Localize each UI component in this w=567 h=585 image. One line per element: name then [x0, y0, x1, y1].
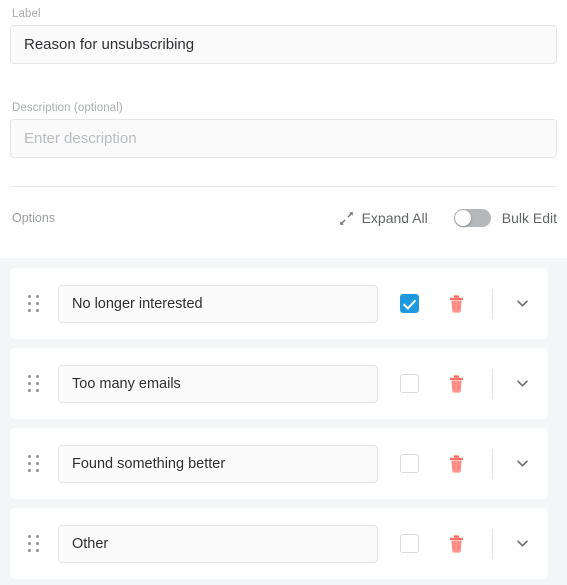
form-section: Label Description (optional) — [0, 8, 567, 158]
options-header-controls: Expand All Bulk Edit — [339, 209, 557, 227]
delete-icon[interactable] — [449, 534, 464, 553]
option-text-input[interactable] — [58, 284, 378, 323]
option-editor-panel: Label Description (optional) Options Exp… — [0, 8, 567, 585]
table-row — [10, 508, 548, 579]
description-input[interactable] — [10, 119, 557, 158]
chevron-down-icon[interactable] — [515, 296, 530, 311]
options-header: Options Expand All Bulk Edit — [0, 195, 567, 241]
drag-handle-icon[interactable] — [28, 535, 39, 552]
description-field-label: Description (optional) — [12, 102, 123, 114]
table-row — [10, 268, 548, 339]
expand-arrows-icon — [339, 211, 353, 225]
section-divider — [10, 186, 557, 187]
option-checkbox[interactable] — [400, 294, 419, 313]
toggle-knob — [454, 210, 471, 226]
label-input[interactable] — [10, 25, 557, 64]
row-divider — [492, 288, 493, 319]
row-divider — [492, 448, 493, 479]
drag-handle-icon[interactable] — [28, 375, 39, 392]
chevron-down-icon[interactable] — [515, 536, 530, 551]
option-text-input[interactable] — [58, 524, 378, 563]
option-checkbox[interactable] — [400, 534, 419, 553]
options-title: Options — [12, 211, 56, 225]
chevron-down-icon[interactable] — [515, 376, 530, 391]
options-list — [0, 258, 567, 585]
expand-all-button[interactable]: Expand All — [339, 210, 428, 226]
drag-handle-icon[interactable] — [28, 455, 39, 472]
table-row — [10, 348, 548, 419]
chevron-down-icon[interactable] — [515, 456, 530, 471]
expand-all-label: Expand All — [361, 210, 428, 226]
field-spacer — [10, 64, 557, 94]
option-checkbox[interactable] — [400, 454, 419, 473]
table-row — [10, 428, 548, 499]
delete-icon[interactable] — [449, 374, 464, 393]
label-field-label: Label — [12, 8, 41, 20]
bulk-edit-label: Bulk Edit — [501, 210, 557, 226]
option-checkbox[interactable] — [400, 374, 419, 393]
row-divider — [492, 528, 493, 559]
option-text-input[interactable] — [58, 364, 378, 403]
delete-icon[interactable] — [449, 294, 464, 313]
bulk-edit-toggle[interactable] — [453, 209, 491, 227]
option-text-input[interactable] — [58, 444, 378, 483]
row-divider — [492, 368, 493, 399]
bulk-edit-control[interactable]: Bulk Edit — [453, 209, 557, 227]
drag-handle-icon[interactable] — [28, 295, 39, 312]
delete-icon[interactable] — [449, 454, 464, 473]
